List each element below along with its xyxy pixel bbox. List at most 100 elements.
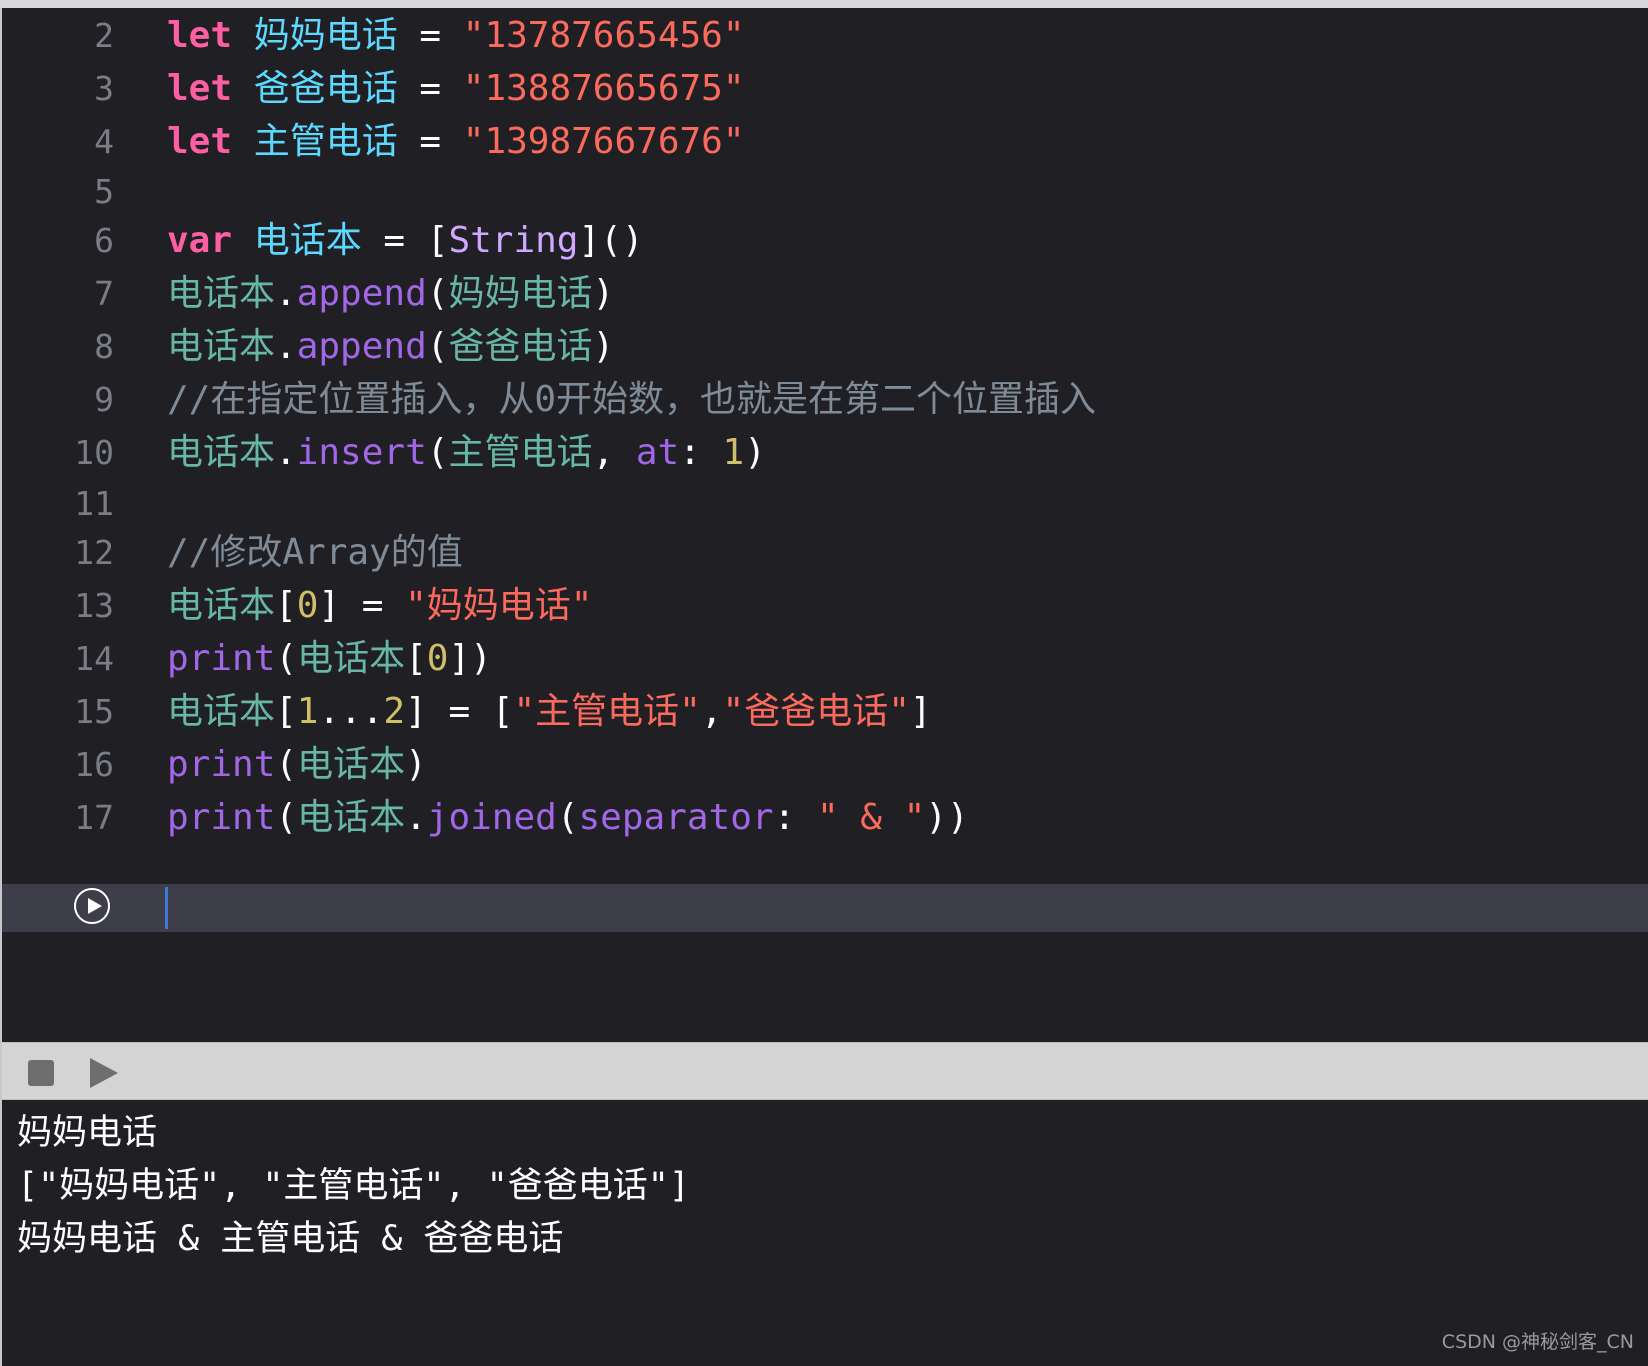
line-number: 6 (94, 221, 114, 260)
code-token: )) (925, 797, 969, 838)
stop-icon[interactable] (28, 1060, 54, 1086)
code-line[interactable]: 13 电话本[0] = "妈妈电话" (2, 578, 1648, 634)
code-token: String (448, 220, 579, 261)
code-token: 0 (426, 638, 449, 679)
code-line[interactable]: 4 let 主管电话 = "13987667676" (2, 114, 1648, 170)
code-token: append (296, 273, 427, 314)
code-line[interactable]: 14 print(电话本[0]) (2, 631, 1648, 687)
code-token: at (635, 432, 680, 473)
code-text: let 妈妈电话 = "13787665456" (167, 8, 745, 64)
code-text: let 爸爸电话 = "13887665675" (167, 61, 745, 117)
code-token: . (405, 797, 427, 838)
code-line[interactable]: 8 电话本.append(爸爸电话) (2, 319, 1648, 375)
code-token: ( (275, 797, 298, 838)
code-text: //修改Array的值 (167, 525, 463, 581)
code-token: "13887665675" (462, 68, 745, 109)
code-token: ] = [ (405, 691, 514, 732)
code-token: ( (426, 273, 449, 314)
play-circle-icon[interactable] (74, 888, 110, 924)
code-token: "爸爸电话" (722, 691, 910, 732)
code-token: ) (405, 744, 427, 785)
code-token: : (773, 797, 817, 838)
code-token: let (167, 121, 233, 162)
code-token: = (397, 68, 463, 109)
code-token: //在指定位置插入，从0开始数，也就是在第二个位置插入 (167, 379, 1097, 420)
code-token: 1 (296, 691, 319, 732)
code-text: print(电话本[0]) (167, 631, 492, 687)
console-output-area[interactable]: 妈妈电话 ["妈妈电话", "主管电话", "爸爸电话"] 妈妈电话 & 主管电… (2, 1100, 1648, 1366)
line-number: 3 (94, 69, 114, 108)
code-line[interactable]: 5 (2, 164, 1648, 220)
line-number: 9 (94, 380, 114, 419)
line-number: 16 (74, 745, 114, 784)
code-token: 电话本 (167, 691, 276, 732)
code-token: = (397, 15, 463, 56)
code-token: : (679, 432, 723, 473)
code-line[interactable]: 2 let 妈妈电话 = "13787665456" (2, 8, 1648, 64)
console-output-line: 妈妈电话 & 主管电话 & 爸爸电话 (17, 1219, 564, 1259)
window-top-strip (0, 0, 1648, 8)
code-token: ( (275, 638, 298, 679)
code-text: 电话本.insert(主管电话, at: 1) (167, 425, 766, 481)
code-token: 电话本 (297, 797, 406, 838)
line-number: 7 (94, 274, 114, 313)
line-number: 12 (74, 533, 114, 572)
code-line[interactable]: 16 print(电话本) (2, 737, 1648, 793)
code-token: let (167, 15, 233, 56)
line-number: 17 (74, 798, 114, 837)
line-number: 15 (74, 692, 114, 731)
line-number: 13 (74, 586, 114, 625)
code-line[interactable]: 6 var 电话本 = [String]() (2, 213, 1648, 269)
code-token: 电话本 (167, 273, 276, 314)
code-token: ]() (578, 220, 644, 261)
code-token: ) (592, 273, 615, 314)
code-line[interactable]: 3 let 爸爸电话 = "13887665675" (2, 61, 1648, 117)
code-token: let (167, 68, 233, 109)
code-text: print(电话本.joined(separator: " & ")) (167, 790, 969, 846)
code-token: var (167, 220, 233, 261)
code-token: ( (426, 326, 449, 367)
code-token: 电话本 (253, 220, 362, 261)
line-number: 11 (74, 484, 114, 523)
code-token: 电话本 (297, 638, 406, 679)
code-line[interactable]: 11 (2, 476, 1648, 532)
code-token: "妈妈电话" (405, 585, 593, 626)
watermark: CSDN @神秘剑客_CN (1441, 1331, 1634, 1353)
code-line[interactable]: 17 print(电话本.joined(separator: " & ")) (2, 790, 1648, 846)
code-token: 妈妈电话 (253, 15, 398, 56)
console-output-line: ["妈妈电话", "主管电话", "爸爸电话"] (17, 1166, 690, 1206)
code-token: ]) (448, 638, 492, 679)
code-line[interactable]: 9 //在指定位置插入，从0开始数，也就是在第二个位置插入 (2, 372, 1648, 428)
code-token: " & " (816, 797, 926, 838)
code-token: "13987667676" (462, 121, 745, 162)
code-token: "13787665456" (462, 15, 745, 56)
code-token: print (167, 638, 276, 679)
code-token: . (275, 326, 297, 367)
line-number: 2 (94, 16, 114, 55)
code-line[interactable]: 12 //修改Array的值 (2, 525, 1648, 581)
code-line[interactable]: 7 电话本.append(妈妈电话) (2, 266, 1648, 322)
code-token: ] (909, 691, 932, 732)
current-line-highlight[interactable] (2, 884, 1648, 932)
code-token: ( (275, 744, 298, 785)
code-token: 主管电话 (448, 432, 593, 473)
code-token: ( (426, 432, 449, 473)
code-token: ) (592, 326, 615, 367)
code-token: 爸爸电话 (253, 68, 398, 109)
code-token: print (167, 797, 276, 838)
play-icon[interactable] (90, 1058, 118, 1088)
code-line[interactable]: 15 电话本[1...2] = ["主管电话","爸爸电话"] (2, 684, 1648, 740)
code-token: ( (556, 797, 579, 838)
code-token: . (275, 273, 297, 314)
code-token: [ (275, 691, 297, 732)
code-token: 2 (383, 691, 406, 732)
code-token: insert (296, 432, 427, 473)
code-line[interactable]: 10 电话本.insert(主管电话, at: 1) (2, 425, 1648, 481)
code-token: ] = (318, 585, 406, 626)
code-token: 主管电话 (253, 121, 398, 162)
code-text: let 主管电话 = "13987667676" (167, 114, 745, 170)
code-token: 0 (296, 585, 319, 626)
